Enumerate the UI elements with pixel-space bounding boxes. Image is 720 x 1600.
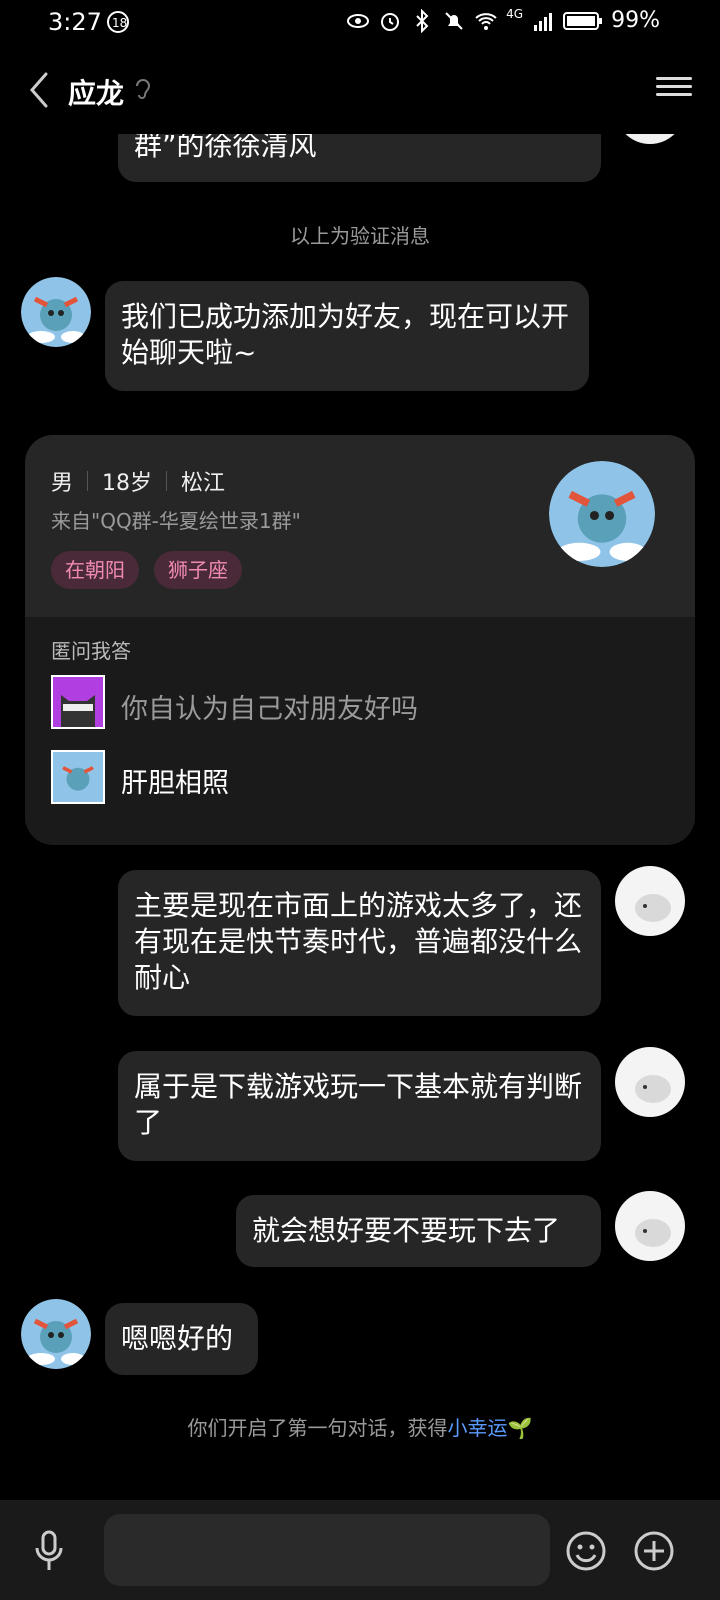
profile-location: 松江: [181, 471, 226, 496]
message-text: 我们已成功添加为好友，现在可以开始聊天啦~: [121, 300, 570, 369]
back-button[interactable]: [22, 68, 58, 112]
message-text: 嗯嗯好的: [121, 1322, 234, 1355]
status-icons: 4G 99%: [346, 8, 660, 33]
message-bubble-received[interactable]: 我们已成功添加为好友，现在可以开始聊天啦~: [105, 281, 589, 391]
chat-area[interactable]: 群”的徐徐清风 以上为验证消息 我们已成功添加为好友，现在可以开始聊天啦~ 男 …: [0, 134, 720, 1500]
message-text: 就会想好要不要玩下去了: [252, 1214, 561, 1247]
my-avatar-partial[interactable]: [615, 134, 685, 144]
message-text: 主要是现在市面上的游戏太多了，还有现在是快节奏时代，普遍都没什么耐心: [134, 889, 583, 994]
wifi-icon: [475, 12, 497, 30]
profile-source: 来自"QQ群-华夏绘世录1群": [51, 509, 301, 533]
message-bubble-received[interactable]: 嗯嗯好的: [105, 1303, 258, 1375]
sprout-icon: 🌱: [507, 1416, 533, 1440]
first-chat-note: 你们开启了第一句对话，获得小幸运🌱: [0, 1412, 720, 1441]
message-text: 属于是下载游戏玩一下基本就有判断了: [134, 1070, 583, 1139]
profile-basic-info: 男 18岁 松江: [51, 465, 225, 497]
network-type: 4G: [506, 7, 524, 21]
profile-gender: 男: [51, 471, 74, 496]
menu-button[interactable]: [656, 72, 692, 108]
ear-icon[interactable]: [132, 76, 154, 104]
profile-avatar[interactable]: [549, 461, 655, 567]
bluetooth-icon: [416, 8, 429, 33]
eye-icon: [347, 13, 370, 28]
dragon-avatar-icon: [51, 750, 105, 804]
qa-answer[interactable]: 肝胆相照: [121, 761, 229, 800]
signal-icon: [534, 12, 553, 31]
message-bubble-sent[interactable]: 属于是下载游戏玩一下基本就有判断了: [118, 1051, 601, 1161]
battery-percent: 99%: [611, 8, 660, 33]
qa-question[interactable]: 你自认为自己对朋友好吗: [121, 687, 418, 726]
profile-age: 18岁: [102, 471, 153, 496]
profile-tag[interactable]: 狮子座: [154, 551, 242, 589]
status-time: 3:27: [48, 8, 102, 36]
emoji-icon[interactable]: [565, 1530, 607, 1572]
message-bubble-partial[interactable]: 群”的徐徐清风: [118, 134, 601, 182]
mute-bell-icon: [445, 11, 463, 30]
plus-icon[interactable]: [633, 1530, 675, 1572]
my-avatar[interactable]: [615, 1191, 685, 1261]
input-bar: [0, 1500, 720, 1600]
alarm-icon: [381, 12, 400, 31]
message-bubble-sent[interactable]: 就会想好要不要玩下去了: [236, 1195, 601, 1267]
verify-note: 以上为验证消息: [290, 224, 430, 248]
notification-icon: 18: [107, 11, 129, 33]
lucky-link[interactable]: 小幸运: [448, 1416, 508, 1440]
microphone-icon[interactable]: [32, 1530, 66, 1572]
battery-icon: [563, 11, 603, 30]
first-chat-note-text: 你们开启了第一句对话，获得: [187, 1416, 448, 1440]
message-text: 群”的徐徐清风: [134, 134, 317, 162]
message-bubble-sent[interactable]: 主要是现在市面上的游戏太多了，还有现在是快节奏时代，普遍都没什么耐心: [118, 870, 601, 1016]
cat-sunglasses-icon: [51, 675, 105, 729]
contact-avatar[interactable]: [21, 1299, 91, 1369]
chat-title[interactable]: 应龙: [68, 72, 124, 112]
message-input[interactable]: [104, 1514, 550, 1586]
my-avatar[interactable]: [615, 866, 685, 936]
profile-card[interactable]: 男 18岁 松江 来自"QQ群-华夏绘世录1群" 在朝阳 狮子座 匿问我答 你自…: [25, 435, 695, 845]
svg-text:18: 18: [112, 16, 127, 30]
qa-title: 匿问我答: [51, 639, 131, 663]
my-avatar[interactable]: [615, 1047, 685, 1117]
profile-tag[interactable]: 在朝阳: [51, 551, 139, 589]
contact-avatar[interactable]: [21, 277, 91, 347]
